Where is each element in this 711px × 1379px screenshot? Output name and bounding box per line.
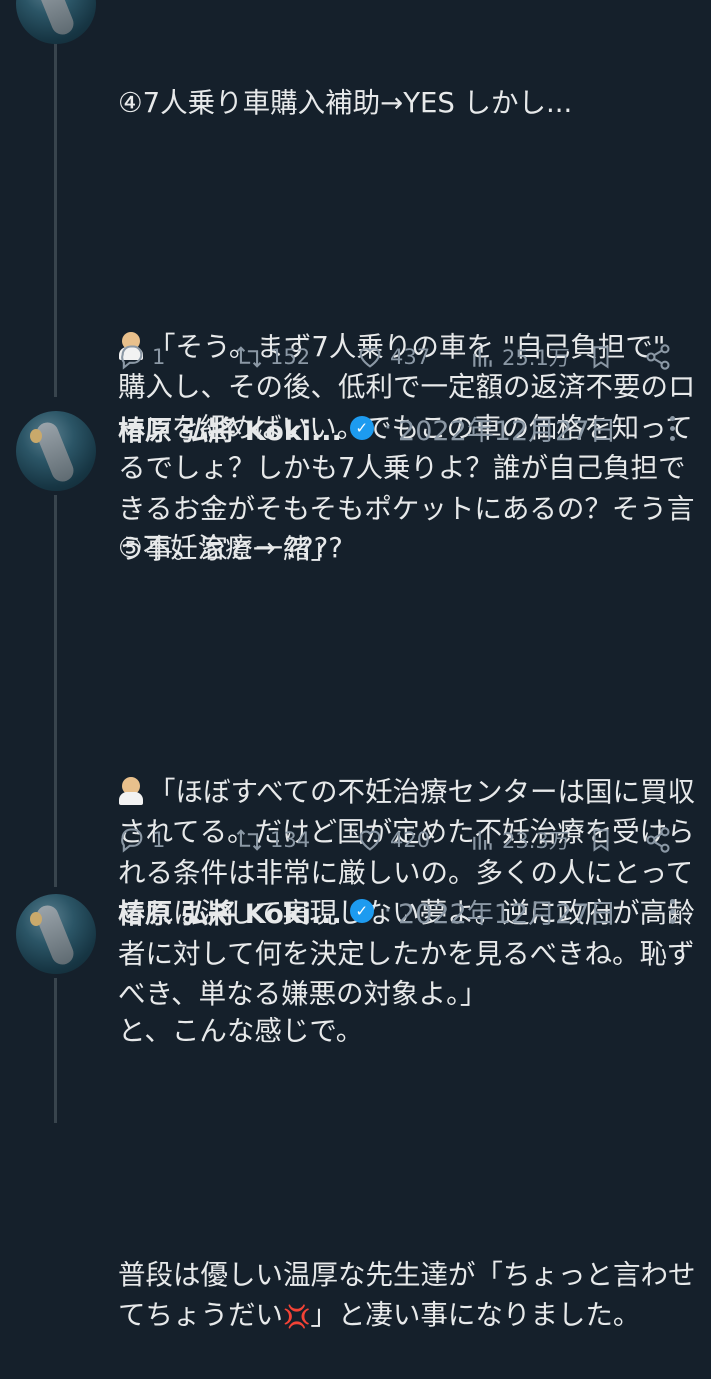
reply-icon — [121, 345, 143, 370]
tweet-text-line: と、こんな感じで。 — [118, 1015, 364, 1047]
views-button[interactable]: 23.3万 — [470, 820, 570, 860]
bookmark-icon — [593, 346, 609, 369]
like-icon — [359, 830, 381, 851]
bookmark-icon — [593, 829, 609, 852]
bookmark-button[interactable] — [588, 820, 614, 860]
retweet-count: 134 — [270, 828, 311, 852]
thread-line — [54, 40, 57, 397]
tweet-text-paragraph: 普段は優しい温厚な先生達が「ちょっと言わせてちょうだい💢」と凄い事になりました。 — [118, 1258, 696, 1332]
like-icon — [359, 347, 381, 368]
like-button[interactable]: 437 — [356, 337, 430, 377]
reply-count: 1 — [152, 345, 166, 369]
tweet-header: 椿原 弘將 Koki... ✓ · 2022年12月27日 — [118, 891, 616, 931]
avatar[interactable] — [16, 0, 96, 44]
retweet-icon — [236, 346, 262, 368]
like-count: 437 — [390, 345, 431, 369]
separator: · — [383, 413, 393, 443]
views-icon — [473, 831, 492, 850]
tweet-text-line: ⑤不妊治療→ ???? — [118, 532, 343, 564]
verified-icon: ✓ — [349, 416, 374, 440]
tweet-header: 椿原 弘將 Koki... ✓ · 2022年12月27日 — [118, 408, 616, 448]
bookmark-button[interactable] — [588, 337, 614, 377]
retweet-icon — [236, 829, 262, 851]
anger-emoji: 💢 — [283, 1305, 311, 1330]
doctor-emoji — [118, 776, 144, 805]
views-count: 23.3万 — [502, 829, 570, 853]
retweet-count: 152 — [270, 345, 311, 369]
author-name[interactable]: 椿原 弘將 Koki... — [118, 892, 342, 931]
thread-line — [54, 495, 57, 887]
reply-button[interactable]: 1 — [118, 820, 165, 860]
like-count: 420 — [390, 828, 431, 852]
retweet-button[interactable]: 152 — [234, 337, 310, 377]
tweet-date[interactable]: 2022年12月27日 — [398, 409, 616, 448]
share-button[interactable] — [644, 820, 672, 860]
avatar[interactable] — [16, 894, 96, 974]
tweet-text-line: ④7人乗り車購入補助→YES しかし... — [118, 87, 573, 119]
avatar[interactable] — [16, 411, 96, 491]
tweet-actions: 1 134 420 23.3万 — [118, 820, 678, 860]
like-button[interactable]: 420 — [356, 820, 430, 860]
author-name[interactable]: 椿原 弘將 Koki... — [118, 409, 342, 448]
retweet-button[interactable]: 134 — [234, 820, 310, 860]
views-button[interactable]: 25.1万 — [470, 337, 570, 377]
views-icon — [473, 348, 492, 367]
separator: · — [383, 896, 393, 926]
share-icon — [646, 344, 670, 370]
tweet-actions: 1 152 437 25.1万 — [118, 337, 678, 377]
share-button[interactable] — [644, 337, 672, 377]
share-icon — [646, 827, 670, 853]
thread-line — [54, 978, 57, 1123]
reply-button[interactable]: 1 — [118, 337, 165, 377]
tweet-text: と、こんな感じで。 普段は優しい温厚な先生達が「ちょっと言わせてちょうだい💢」と… — [118, 930, 698, 1379]
more-icon[interactable] — [660, 891, 684, 931]
tweet-date[interactable]: 2022年12月27日 — [398, 892, 616, 931]
views-count: 25.1万 — [502, 346, 570, 370]
verified-icon: ✓ — [349, 899, 374, 923]
reply-count: 1 — [152, 828, 166, 852]
reply-icon — [121, 828, 143, 853]
more-icon[interactable] — [660, 408, 684, 448]
